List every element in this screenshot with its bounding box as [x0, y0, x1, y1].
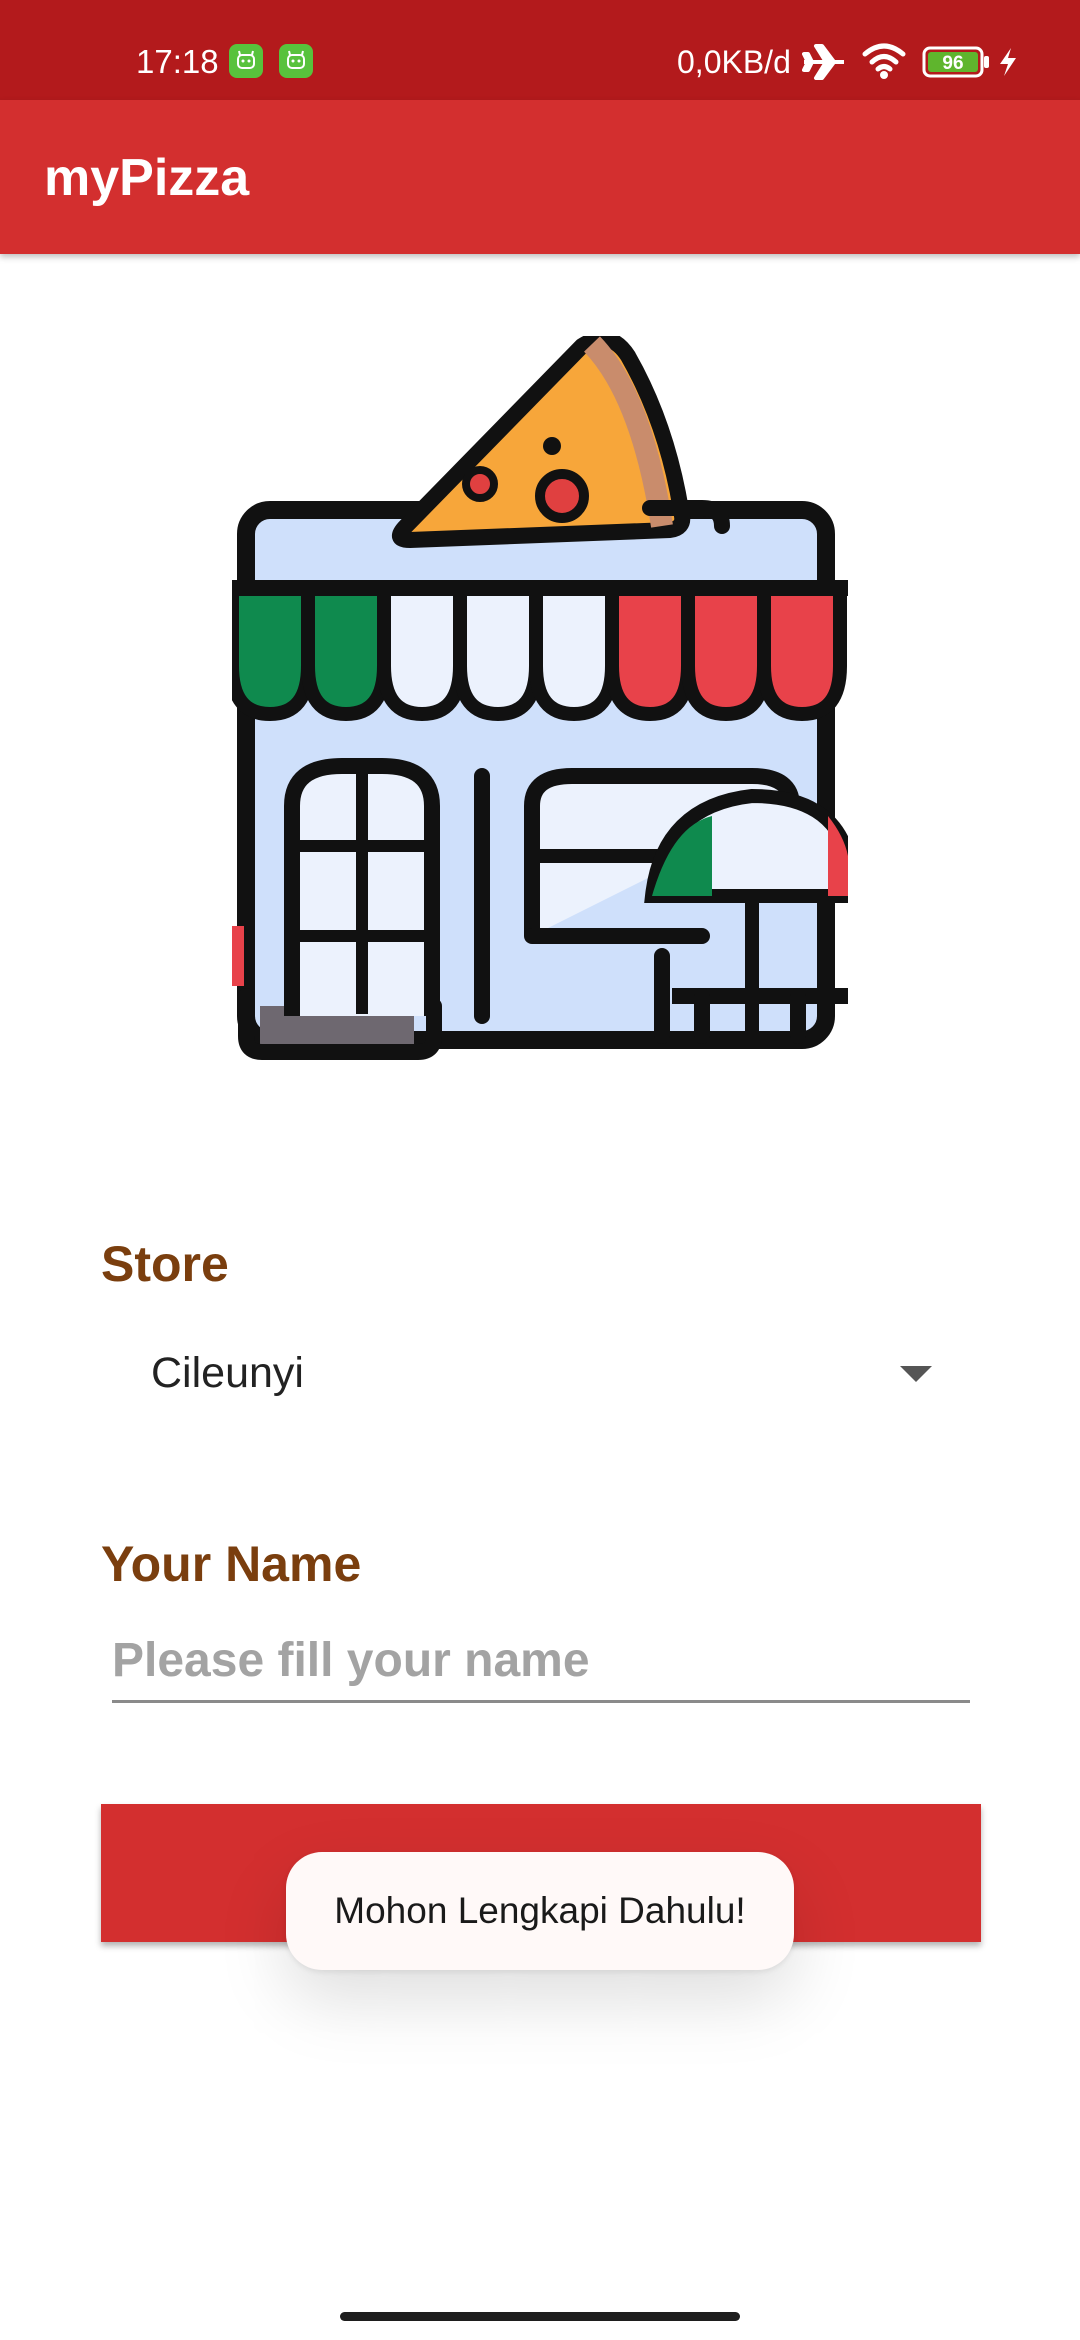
pizza-store-illustration [232, 336, 848, 1060]
store-selected-value: Cileunyi [151, 1349, 304, 1397]
airplane-icon [802, 44, 844, 80]
toast-message: Mohon Lengkapi Dahulu! [286, 1852, 794, 1970]
battery-level: 96 [942, 53, 963, 74]
home-indicator[interactable] [340, 2312, 740, 2321]
store-label: Store [101, 1236, 229, 1292]
wifi-icon [862, 43, 906, 79]
battery-icon: 96 [922, 46, 989, 78]
dropdown-arrow-icon [900, 1366, 932, 1382]
app-bar: myPizza [0, 100, 1080, 254]
notification-app-icon [279, 44, 313, 78]
status-bar: 17:18 0,0KB/d 96 [0, 0, 1080, 100]
name-label: Your Name [101, 1536, 362, 1592]
charging-icon [1000, 48, 1016, 76]
app-title: myPizza [44, 149, 250, 207]
notification-app-icon [229, 44, 263, 78]
store-dropdown[interactable]: Cileunyi [101, 1330, 981, 1420]
network-speed: 0,0KB/d [677, 44, 791, 80]
name-input[interactable] [112, 1620, 970, 1703]
status-time: 17:18 [136, 43, 219, 80]
